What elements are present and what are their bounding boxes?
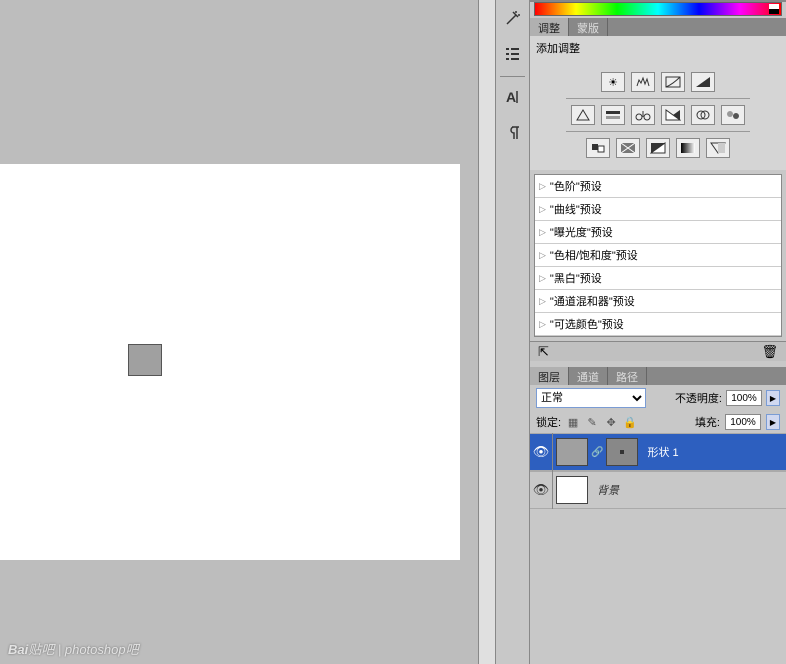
vibrance-icon[interactable] xyxy=(571,105,595,125)
layer-name[interactable]: 形状 1 xyxy=(647,444,678,460)
svg-text:A: A xyxy=(506,89,516,105)
panel-divider[interactable] xyxy=(478,0,496,664)
chevron-right-icon: ▷ xyxy=(539,296,546,307)
invert-icon[interactable] xyxy=(586,138,610,158)
watermark: Bai贴吧 | photoshop吧 xyxy=(8,639,139,658)
adjustments-footer: ⇱ 🗑 xyxy=(530,341,786,361)
visibility-toggle[interactable]: 👁 xyxy=(530,482,552,498)
adjustment-toolbar: ☀ xyxy=(530,60,786,170)
tool-column: A xyxy=(496,0,530,664)
chevron-right-icon: ▷ xyxy=(539,227,546,238)
trash-icon[interactable]: 🗑 xyxy=(761,344,778,360)
preset-curves[interactable]: ▷ "曲线"预设 xyxy=(535,198,781,221)
lock-position-icon[interactable]: ✥ xyxy=(604,415,618,429)
photo-filter-icon[interactable] xyxy=(691,105,715,125)
chevron-right-icon: ▷ xyxy=(539,250,546,261)
chevron-right-icon: ▷ xyxy=(539,204,546,215)
preset-levels[interactable]: ▷ "色阶"预设 xyxy=(535,175,781,198)
blend-mode-select[interactable]: 正常 xyxy=(536,388,646,408)
tab-paths[interactable]: 路径 xyxy=(608,367,647,385)
text-icon[interactable]: A xyxy=(499,83,527,111)
layer-thumbnail[interactable] xyxy=(556,476,588,504)
right-panel: 调整 蒙版 添加调整 ☀ ▷"色阶"预设 ▷"曲线"预 xyxy=(530,0,786,664)
black-white-icon[interactable] xyxy=(661,105,685,125)
channel-mixer-icon[interactable] xyxy=(721,105,745,125)
layer-thumbnail[interactable] xyxy=(556,438,588,466)
blend-controls: 正常 不透明度: ▶ xyxy=(530,385,786,411)
preset-label: "通道混和器"预设 xyxy=(550,293,635,309)
preset-hue-sat[interactable]: ▷ "色相/饱和度"预设 xyxy=(535,244,781,267)
preset-exposure[interactable]: ▷ "曝光度"预设 xyxy=(535,221,781,244)
layer-name[interactable]: 背景 xyxy=(597,482,619,498)
list-icon[interactable] xyxy=(499,40,527,68)
fill-label: 填充: xyxy=(695,414,720,430)
chevron-right-icon: ▷ xyxy=(539,181,546,192)
preset-label: "色相/饱和度"预设 xyxy=(550,247,638,263)
preset-label: "色阶"预设 xyxy=(550,178,602,194)
lock-pixels-icon[interactable]: ✎ xyxy=(585,415,599,429)
tab-channels[interactable]: 通道 xyxy=(569,367,608,385)
threshold-icon[interactable] xyxy=(646,138,670,158)
opacity-label: 不透明度: xyxy=(675,390,722,406)
lock-label: 锁定: xyxy=(536,414,561,430)
preset-label: "曲线"预设 xyxy=(550,201,602,217)
color-balance-icon[interactable] xyxy=(631,105,655,125)
link-icon[interactable]: 🔗 xyxy=(591,447,603,458)
selective-color-icon[interactable] xyxy=(706,138,730,158)
preset-selective-color[interactable]: ▷ "可选颜色"预设 xyxy=(535,313,781,336)
lock-all-icon[interactable]: 🔒 xyxy=(623,415,637,429)
hue-saturation-icon[interactable] xyxy=(601,105,625,125)
layers-tab-bar: 图层 通道 路径 xyxy=(530,367,786,385)
layers-panel: 图层 通道 路径 正常 不透明度: ▶ 锁定: ▦ ✎ ✥ 🔒 填充: ▶ xyxy=(530,367,786,509)
shape-rectangle[interactable] xyxy=(128,344,162,376)
tab-adjustments[interactable]: 调整 xyxy=(530,18,569,36)
tab-layers[interactable]: 图层 xyxy=(530,367,569,385)
paragraph-icon[interactable] xyxy=(499,119,527,147)
chevron-right-icon: ▷ xyxy=(539,273,546,284)
vector-mask-thumbnail[interactable] xyxy=(606,438,638,466)
fill-input[interactable] xyxy=(725,414,761,430)
lock-controls: 锁定: ▦ ✎ ✥ 🔒 填充: ▶ xyxy=(530,411,786,433)
expand-view-icon[interactable]: ⇱ xyxy=(538,344,549,360)
canvas[interactable] xyxy=(0,164,460,560)
chevron-right-icon: ▷ xyxy=(539,319,546,330)
add-adjustment-label: 添加调整 xyxy=(530,36,786,60)
preset-label: "曝光度"预设 xyxy=(550,224,613,240)
opacity-spinner[interactable]: ▶ xyxy=(766,390,780,406)
lock-transparent-icon[interactable]: ▦ xyxy=(566,415,580,429)
exposure-icon[interactable] xyxy=(691,72,715,92)
workspace-area xyxy=(0,0,478,664)
tab-masks[interactable]: 蒙版 xyxy=(569,18,608,36)
posterize-icon[interactable] xyxy=(616,138,640,158)
layer-shape1[interactable]: 👁 🔗 形状 1 xyxy=(530,433,786,471)
color-spectrum[interactable] xyxy=(534,2,782,16)
adjustments-tab-bar: 调整 蒙版 xyxy=(530,18,786,36)
layers-list: 👁 🔗 形状 1 👁 背景 xyxy=(530,433,786,509)
levels-icon[interactable] xyxy=(631,72,655,92)
preset-channel-mixer[interactable]: ▷ "通道混和器"预设 xyxy=(535,290,781,313)
opacity-input[interactable] xyxy=(726,390,762,406)
preset-bw[interactable]: ▷ "黑白"预设 xyxy=(535,267,781,290)
preset-list: ▷ "色阶"预设 ▷ "曲线"预设 ▷ "曝光度"预设 ▷ "色相/饱和度"预设 ▷ "黑… xyxy=(534,174,782,337)
brightness-contrast-icon[interactable]: ☀ xyxy=(601,72,625,92)
layer-background[interactable]: 👁 背景 xyxy=(530,471,786,509)
gradient-map-icon[interactable] xyxy=(676,138,700,158)
curves-icon[interactable] xyxy=(661,72,685,92)
preset-label: "可选颜色"预设 xyxy=(550,316,624,332)
fill-spinner[interactable]: ▶ xyxy=(766,414,780,430)
wand-icon[interactable] xyxy=(499,4,527,32)
visibility-toggle[interactable]: 👁 xyxy=(530,444,552,460)
preset-label: "黑白"预设 xyxy=(550,270,602,286)
